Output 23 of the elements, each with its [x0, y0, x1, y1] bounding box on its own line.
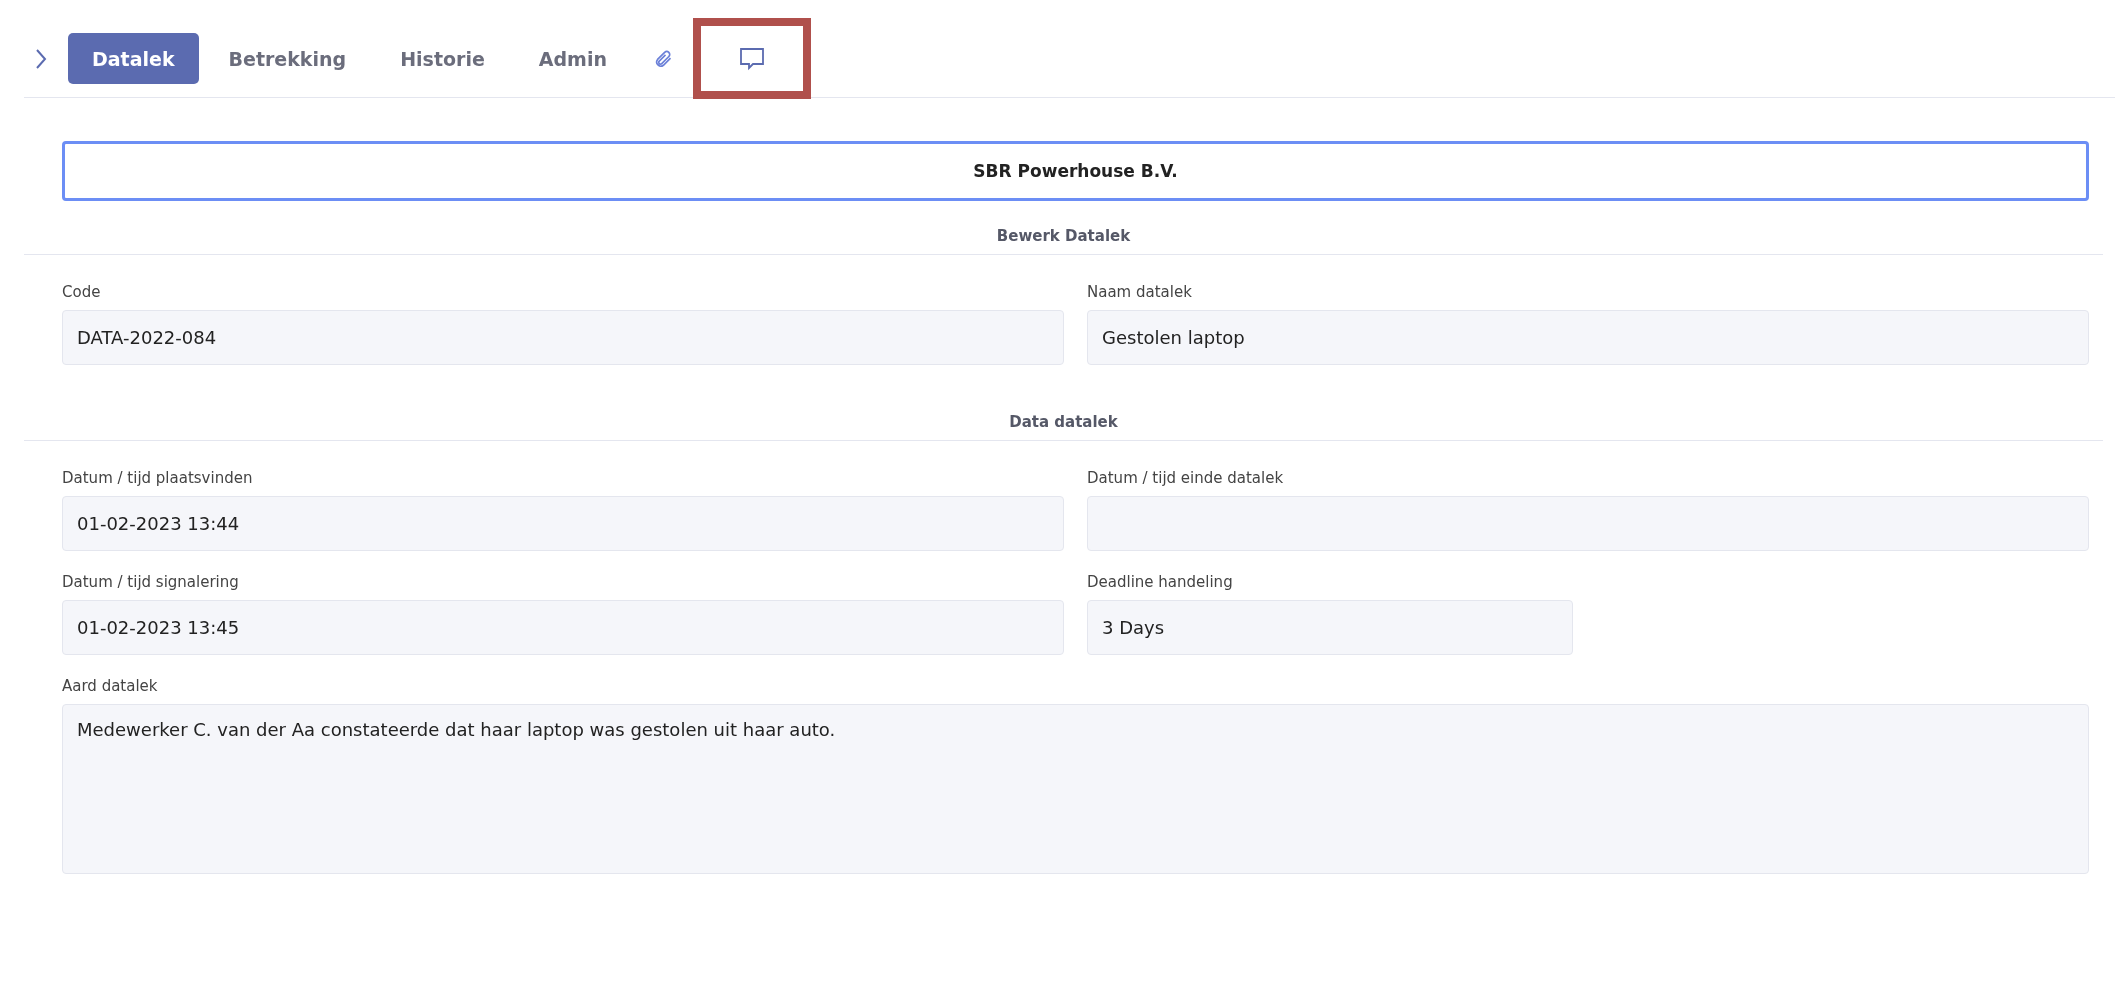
section-title: Data datalek	[24, 387, 2103, 441]
field-label: Datum / tijd plaatsvinden	[62, 469, 254, 487]
input-field[interactable]: DATA-2022-084	[62, 310, 1064, 365]
field-label: Datum / tijd einde datalek	[1087, 469, 1285, 487]
field-label: Aard datalek	[62, 677, 159, 695]
tab[interactable]: Betrekking	[204, 33, 371, 84]
field-label: Deadline handeling	[1087, 573, 1234, 591]
tab[interactable]: Datalek	[68, 33, 199, 84]
comment-icon	[738, 46, 765, 71]
comment-tab[interactable]	[692, 18, 811, 99]
input-field[interactable]: 01-02-2023 13:44	[62, 496, 1064, 551]
input-field[interactable]: 3 Days	[1087, 600, 1573, 655]
tab[interactable]: Historie	[376, 33, 509, 84]
input-field[interactable]	[1087, 496, 2089, 551]
company-banner: SBR Powerhouse B.V.	[62, 141, 2089, 201]
field-label: Datum / tijd signalering	[62, 573, 240, 591]
input-field[interactable]: Gestolen laptop	[1087, 310, 2089, 365]
field-label: Code	[62, 283, 102, 301]
field-label: Naam datalek	[1087, 283, 1193, 301]
text-area[interactable]: Medewerker C. van der Aa constateerde dat haar laptop was gestolen uit haar auto.	[62, 704, 2089, 874]
tab[interactable]: Admin	[514, 33, 631, 84]
section-title: Bewerk Datalek	[24, 201, 2103, 255]
input-field[interactable]: 01-02-2023 13:45	[62, 600, 1064, 655]
